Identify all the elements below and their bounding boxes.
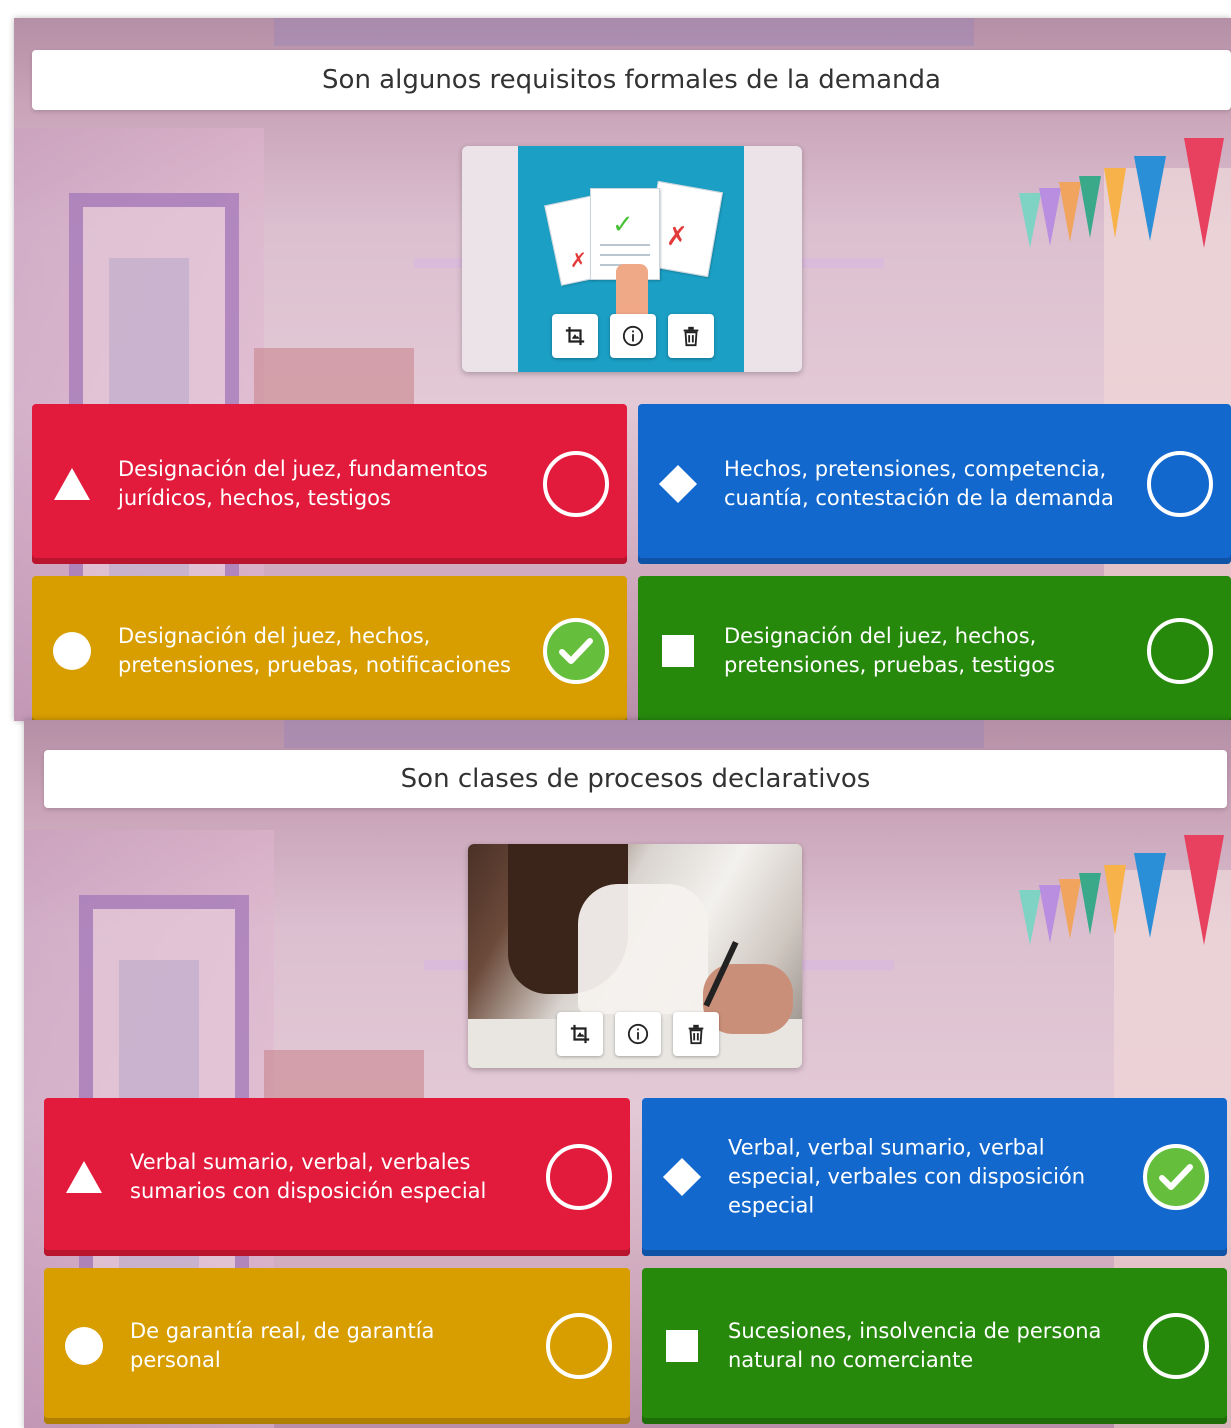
answer-toggle[interactable] [1147,618,1213,684]
bunting-decoration [1014,835,1231,975]
answer-text: Designación del juez, hechos, pretension… [118,624,511,677]
answer-text: Designación del juez, hechos, pretension… [724,624,1055,677]
info-icon[interactable] [610,314,656,358]
answer-text: Sucesiones, insolvencia de persona natur… [728,1319,1102,1372]
question-title[interactable]: Son clases de procesos declarativos [44,750,1227,808]
answer-toggle[interactable] [543,451,609,517]
square-icon [662,1326,702,1366]
quiz-slide-2: Son clases de procesos declarativos Verb… [24,720,1231,1428]
circle-icon [64,1326,104,1366]
correct-answer-toggle[interactable] [543,618,609,684]
crop-icon[interactable] [552,314,598,358]
answer-text: Verbal, verbal sumario, verbal especial,… [728,1135,1086,1218]
image-toolbar [557,1012,719,1056]
check-mark-icon: ✓ [612,210,634,240]
image-toolbar [552,314,714,358]
cross-mark-icon: ✗ [666,222,688,252]
correct-answer-toggle[interactable] [1143,1144,1209,1210]
answer-toggle[interactable] [546,1313,612,1379]
answer-toggle[interactable] [546,1144,612,1210]
answer-text: Hechos, pretensiones, competencia, cuant… [724,457,1114,510]
answer-green[interactable]: Sucesiones, insolvencia de persona natur… [642,1268,1227,1424]
diamond-icon [662,1157,702,1197]
diamond-icon [658,464,698,504]
answer-toggle[interactable] [1147,451,1213,517]
trash-icon[interactable] [668,314,714,358]
answer-yellow[interactable]: Designación del juez, hechos, pretension… [32,576,627,721]
trash-icon[interactable] [673,1012,719,1056]
checkmark-icon [559,638,593,664]
answer-blue[interactable]: Verbal, verbal sumario, verbal especial,… [642,1098,1227,1256]
answer-red[interactable]: Designación del juez, fundamentos jurídi… [32,404,627,564]
background-ceiling [284,720,984,748]
checkmark-icon [1159,1164,1193,1190]
info-icon[interactable] [615,1012,661,1056]
answer-text: Designación del juez, fundamentos jurídi… [118,457,488,510]
answer-text: Verbal sumario, verbal, verbales sumario… [130,1150,487,1203]
quiz-slide-1: Son algunos requisitos formales de la de… [14,18,1231,721]
background-ceiling [274,18,974,46]
answer-toggle[interactable] [1143,1313,1209,1379]
triangle-icon [64,1157,104,1197]
cross-mark-icon: ✗ [570,248,587,272]
circle-icon [52,631,92,671]
square-icon [658,631,698,671]
question-image[interactable] [468,844,802,1068]
answer-text: De garantía real, de garantía personal [130,1319,435,1372]
answer-yellow[interactable]: De garantía real, de garantía personal [44,1268,630,1424]
triangle-icon [52,464,92,504]
question-image[interactable]: ✓ ✗ ✗ [462,146,802,372]
answer-blue[interactable]: Hechos, pretensiones, competencia, cuant… [638,404,1231,564]
bunting-decoration [1014,138,1231,278]
answer-red[interactable]: Verbal sumario, verbal, verbales sumario… [44,1098,630,1256]
answer-green[interactable]: Designación del juez, hechos, pretension… [638,576,1231,721]
crop-icon[interactable] [557,1012,603,1056]
question-title[interactable]: Son algunos requisitos formales de la de… [32,50,1231,110]
